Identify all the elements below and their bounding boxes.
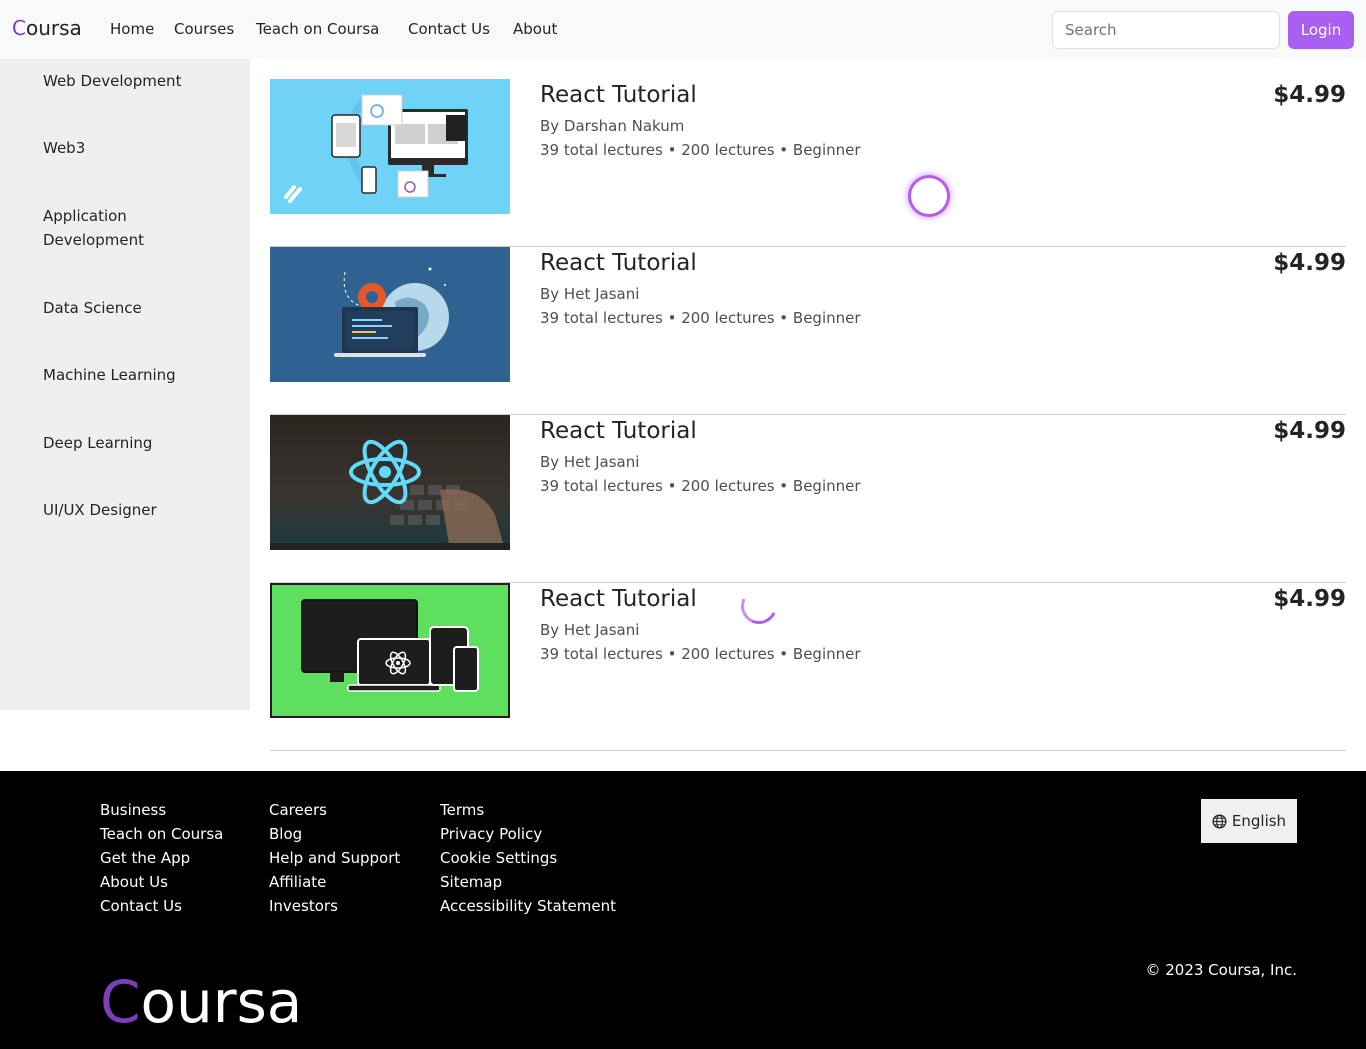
sidebar-item-machine-learning[interactable]: Machine Learning xyxy=(43,363,223,387)
footer-link-affiliate[interactable]: Affiliate xyxy=(269,870,400,894)
footer-link-about[interactable]: About Us xyxy=(100,870,223,894)
course-title[interactable]: React Tutorial xyxy=(540,250,697,276)
cursor-highlight xyxy=(911,178,947,214)
nav-link-about[interactable]: About xyxy=(513,20,557,38)
course-thumbnail[interactable] xyxy=(270,415,510,550)
language-label: English xyxy=(1231,812,1287,830)
footer-link-accessibility[interactable]: Accessibility Statement xyxy=(440,894,616,918)
footer-link-blog[interactable]: Blog xyxy=(269,822,400,846)
course-thumbnail[interactable] xyxy=(270,247,510,382)
nav-link-teach[interactable]: Teach on Coursa xyxy=(256,20,379,38)
course-author: By Het Jasani xyxy=(540,621,640,639)
footer-link-help[interactable]: Help and Support xyxy=(269,846,400,870)
category-sidebar: Web Development Web3 Application Develop… xyxy=(0,59,250,710)
course-author: By Het Jasani xyxy=(540,453,640,471)
brand-logo[interactable]: Coursa xyxy=(12,16,82,40)
copyright-text: © 2023 Coursa, Inc. xyxy=(1145,961,1297,979)
top-navbar: Coursa Home Courses Teach on Coursa Cont… xyxy=(0,0,1366,59)
course-title[interactable]: React Tutorial xyxy=(540,586,697,612)
course-price: $4.99 xyxy=(1273,82,1346,108)
course-card[interactable]: React Tutorial By Darshan Nakum 39 total… xyxy=(270,79,1346,247)
sidebar-item-application-development[interactable]: Application Development xyxy=(43,204,183,252)
course-meta: 39 total lectures • 200 lectures • Begin… xyxy=(540,141,861,159)
brand-logo-rest: oursa xyxy=(25,16,82,40)
course-price: $4.99 xyxy=(1273,250,1346,276)
footer-link-sitemap[interactable]: Sitemap xyxy=(440,870,616,894)
footer-link-get-app[interactable]: Get the App xyxy=(100,846,223,870)
course-title[interactable]: React Tutorial xyxy=(540,418,697,444)
footer-link-terms[interactable]: Terms xyxy=(440,798,616,822)
footer-logo[interactable]: Coursa xyxy=(100,969,302,1035)
footer-link-cookies[interactable]: Cookie Settings xyxy=(440,846,616,870)
search-input[interactable] xyxy=(1052,11,1280,49)
footer-link-privacy[interactable]: Privacy Policy xyxy=(440,822,616,846)
footer-link-teach[interactable]: Teach on Coursa xyxy=(100,822,223,846)
sidebar-item-web-development[interactable]: Web Development xyxy=(43,69,223,93)
course-price: $4.99 xyxy=(1273,586,1346,612)
globe-icon xyxy=(1212,813,1227,829)
nav-link-contact[interactable]: Contact Us xyxy=(408,20,490,38)
sidebar-item-data-science[interactable]: Data Science xyxy=(43,296,223,320)
sidebar-item-web3[interactable]: Web3 xyxy=(43,136,223,160)
sidebar-item-ui-ux-designer[interactable]: UI/UX Designer xyxy=(43,498,223,522)
footer-link-careers[interactable]: Careers xyxy=(269,798,400,822)
site-footer: Business Teach on Coursa Get the App Abo… xyxy=(0,771,1366,1049)
footer-link-business[interactable]: Business xyxy=(100,798,223,822)
course-thumbnail[interactable] xyxy=(270,583,510,718)
course-card[interactable]: React Tutorial By Het Jasani 39 total le… xyxy=(270,415,1346,583)
course-author: By Het Jasani xyxy=(540,285,640,303)
footer-column-2: Careers Blog Help and Support Affiliate … xyxy=(269,798,400,918)
course-meta: 39 total lectures • 200 lectures • Begin… xyxy=(540,477,861,495)
nav-link-home[interactable]: Home xyxy=(110,20,154,38)
course-author: By Darshan Nakum xyxy=(540,117,685,135)
course-card[interactable]: React Tutorial By Het Jasani 39 total le… xyxy=(270,247,1346,415)
course-thumbnail[interactable] xyxy=(270,79,510,214)
language-button[interactable]: English xyxy=(1201,799,1297,843)
course-card[interactable]: React Tutorial By Het Jasani 39 total le… xyxy=(270,583,1346,751)
course-meta: 39 total lectures • 200 lectures • Begin… xyxy=(540,645,861,663)
course-price: $4.99 xyxy=(1273,418,1346,444)
brand-logo-initial: C xyxy=(12,16,26,40)
nav-link-courses[interactable]: Courses xyxy=(174,20,234,38)
footer-logo-rest: oursa xyxy=(140,968,303,1036)
footer-logo-initial: C xyxy=(100,968,141,1036)
course-title[interactable]: React Tutorial xyxy=(540,82,697,108)
sidebar-item-deep-learning[interactable]: Deep Learning xyxy=(43,431,223,455)
footer-column-1: Business Teach on Coursa Get the App Abo… xyxy=(100,798,223,918)
footer-link-contact[interactable]: Contact Us xyxy=(100,894,223,918)
login-button[interactable]: Login xyxy=(1288,11,1354,49)
course-meta: 39 total lectures • 200 lectures • Begin… xyxy=(540,309,861,327)
footer-link-investors[interactable]: Investors xyxy=(269,894,400,918)
footer-column-3: Terms Privacy Policy Cookie Settings Sit… xyxy=(440,798,616,918)
